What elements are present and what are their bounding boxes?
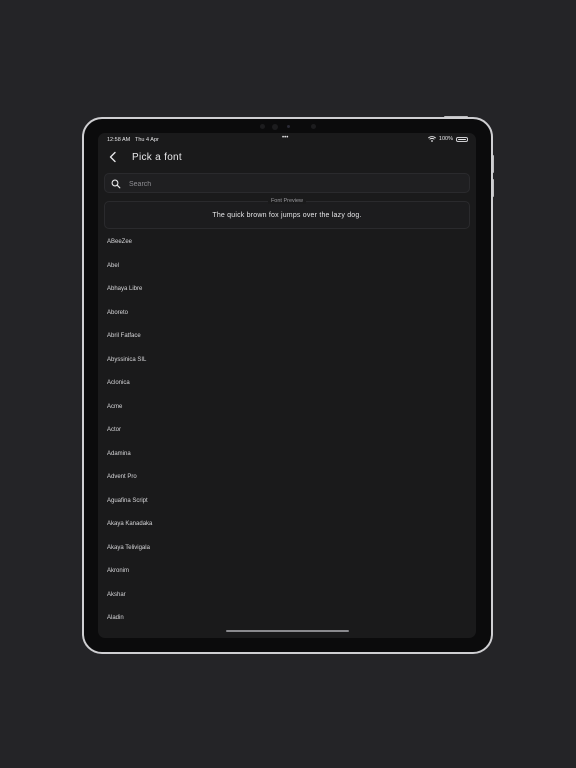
- font-list-item[interactable]: Abel: [98, 255, 476, 278]
- font-list-item[interactable]: ABeeZee: [98, 231, 476, 254]
- font-list-item[interactable]: Advent Pro: [98, 466, 476, 489]
- camera-dot-left: [260, 124, 265, 129]
- battery-percentage: 100%: [438, 136, 453, 142]
- font-preview-text: The quick brown fox jumps over the lazy …: [212, 212, 362, 219]
- battery-icon: [456, 136, 468, 142]
- font-list-item[interactable]: Abyssinica SIL: [98, 349, 476, 372]
- search-bar[interactable]: [104, 173, 470, 193]
- font-list-item[interactable]: Akaya Telivigala: [98, 537, 476, 560]
- page-title: Pick a font: [132, 152, 182, 163]
- font-list-item[interactable]: Akaya Kanadaka: [98, 513, 476, 536]
- sensor-dot: [287, 125, 290, 128]
- font-list-item[interactable]: Abril Fatface: [98, 325, 476, 348]
- status-date: Thu 4 Apr: [135, 137, 159, 143]
- camera-lens-icon: [272, 124, 278, 130]
- wifi-icon: [427, 136, 436, 142]
- font-preview-box: Font Preview The quick brown fox jumps o…: [104, 198, 470, 229]
- font-list-item[interactable]: Abhaya Libre: [98, 278, 476, 301]
- font-list-item[interactable]: Akshar: [98, 584, 476, 607]
- navigation-bar: Pick a font: [98, 147, 476, 169]
- app-screen: 12:58 AM Thu 4 Apr ••• 100% Pick a font …: [98, 133, 476, 638]
- status-time: 12:58 AM: [107, 137, 131, 143]
- font-preview-label: Font Preview: [267, 198, 307, 204]
- font-list-item[interactable]: Aladin: [98, 607, 476, 630]
- home-indicator[interactable]: [226, 630, 349, 632]
- multitasking-dots-icon[interactable]: •••: [282, 135, 288, 141]
- font-list-item[interactable]: Aguafina Script: [98, 490, 476, 513]
- font-list-item[interactable]: Acme: [98, 396, 476, 419]
- search-icon: [111, 179, 121, 189]
- font-list-item[interactable]: Actor: [98, 419, 476, 442]
- status-bar: 12:58 AM Thu 4 Apr ••• 100%: [98, 133, 476, 147]
- chevron-left-icon[interactable]: [108, 151, 118, 163]
- status-right: 100%: [427, 136, 468, 142]
- font-list-item[interactable]: Aboreto: [98, 302, 476, 325]
- search-input[interactable]: [127, 176, 461, 192]
- camera-dot-right: [311, 124, 316, 129]
- font-list: ABeeZee Abel Abhaya Libre Aboreto Abril …: [98, 231, 476, 631]
- font-preview-label-wrap: Font Preview: [105, 198, 469, 204]
- font-list-item[interactable]: Adamina: [98, 443, 476, 466]
- font-list-item[interactable]: Aclonica: [98, 372, 476, 395]
- font-list-item[interactable]: Akronim: [98, 560, 476, 583]
